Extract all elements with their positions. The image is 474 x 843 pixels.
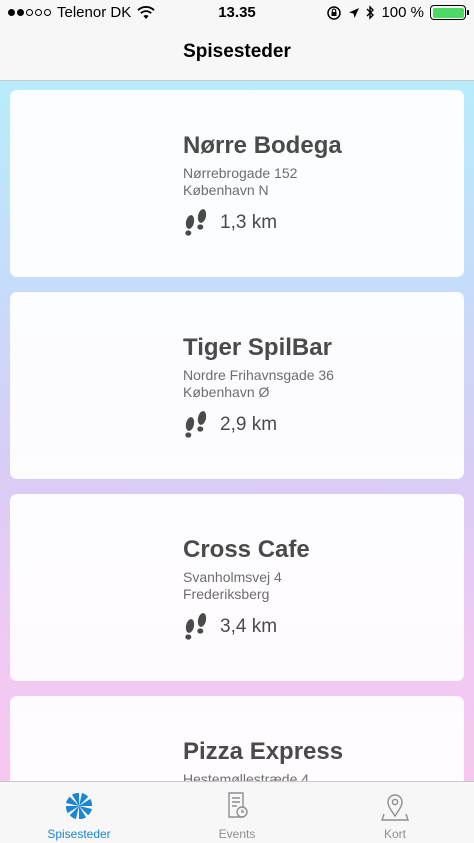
restaurant-distance: 3,4 km: [220, 616, 278, 637]
restaurant-street: Svanholmsvej 4: [183, 569, 282, 585]
tab-bar: Spisesteder Events Kort: [0, 781, 474, 843]
battery-level-fill: [432, 7, 464, 18]
restaurant-name: Cross Cafe: [183, 536, 310, 563]
page-title: Spisesteder: [183, 41, 291, 62]
status-bar: Telenor DK 13.35 100 %: [0, 0, 474, 28]
distance-row: 1,3 km: [182, 208, 277, 238]
location-arrow-icon: [349, 7, 360, 18]
restaurant-street: Nørrebrogade 152: [183, 165, 298, 181]
restaurant-name: Pizza Express: [183, 738, 344, 765]
restaurant-city: Frederiksberg: [183, 586, 270, 602]
restaurant-card[interactable]: Tiger SpilBar Nordre Frihavnsgade 36 Køb…: [10, 292, 464, 479]
restaurant-card[interactable]: Cross Cafe Svanholmsvej 4 Frederiksberg …: [10, 494, 464, 681]
rotation-lock-icon: [327, 5, 342, 20]
restaurant-list[interactable]: Nørre Bodega Nørrebrogade 152 København …: [0, 81, 474, 781]
restaurant-card[interactable]: Nørre Bodega Nørrebrogade 152 København …: [10, 90, 464, 277]
restaurant-card[interactable]: Pizza Express Hestemøllestræde 4: [10, 696, 464, 781]
restaurant-name: Nørre Bodega: [183, 132, 342, 159]
bluetooth-icon: [366, 5, 375, 20]
pinwheel-icon: [65, 792, 93, 820]
tab-kort[interactable]: Kort: [316, 782, 474, 843]
distance-row: 2,9 km: [182, 410, 277, 440]
tab-events[interactable]: Events: [158, 782, 316, 843]
distance-row: 3,4 km: [182, 612, 277, 642]
navigation-bar: Spisesteder: [0, 28, 474, 81]
tab-spisesteder[interactable]: Spisesteder: [0, 782, 158, 843]
tab-label: Events: [218, 827, 256, 841]
map-pin-icon: [381, 794, 409, 821]
status-right: 100 %: [326, 4, 469, 21]
footsteps-icon: [185, 411, 207, 438]
tab-label: Kort: [383, 827, 406, 841]
restaurant-distance: 2,9 km: [220, 414, 278, 435]
restaurant-street: Hestemøllestræde 4: [183, 771, 310, 781]
battery-icon: [430, 5, 469, 20]
footsteps-icon: [185, 209, 207, 236]
restaurant-city: København N: [183, 182, 269, 198]
battery-percent: 100 %: [381, 4, 424, 21]
events-document-icon: [228, 792, 248, 818]
restaurant-city: København Ø: [183, 384, 270, 400]
restaurant-distance: 1,3 km: [220, 212, 278, 233]
restaurant-street: Nordre Frihavnsgade 36: [183, 367, 334, 383]
tab-label: Spisesteder: [47, 827, 111, 841]
restaurant-name: Tiger SpilBar: [183, 334, 332, 361]
footsteps-icon: [185, 613, 207, 640]
